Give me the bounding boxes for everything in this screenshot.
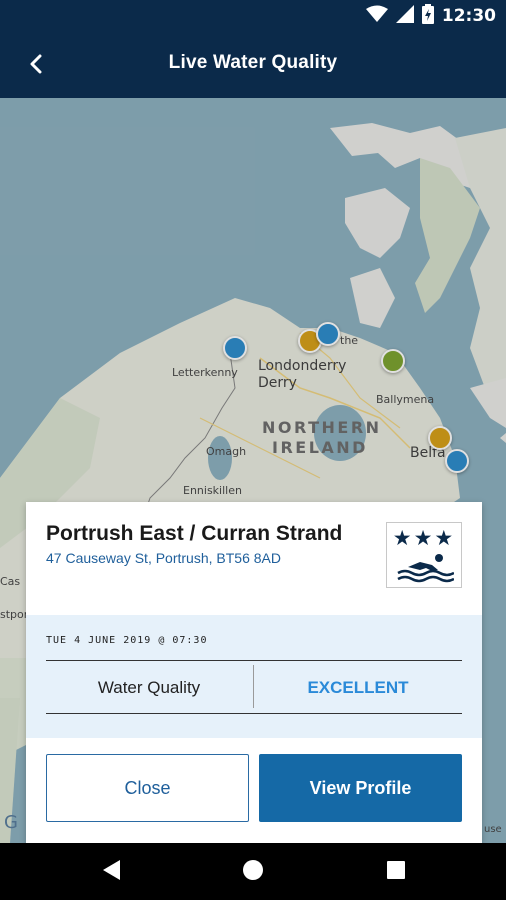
triangle-back-icon bbox=[102, 859, 122, 886]
cell-signal-icon bbox=[395, 4, 414, 28]
beach-info-card: Portrush East / Curran Strand 47 Causewa… bbox=[26, 502, 482, 843]
divider bbox=[46, 660, 462, 661]
view-profile-button[interactable]: View Profile bbox=[259, 754, 462, 822]
beach-address: 47 Causeway St, Portrush, BT56 8AD bbox=[46, 550, 281, 566]
swimmer-icon bbox=[396, 553, 455, 588]
beach-name: Portrush East / Curran Strand bbox=[46, 522, 343, 545]
navigation-bar bbox=[0, 843, 506, 900]
rating-stars: ★★★ bbox=[392, 527, 456, 550]
nav-home-button[interactable] bbox=[238, 857, 268, 887]
water-quality-reading: TUE 4 JUNE 2019 @ 07:30 Water Quality EX… bbox=[26, 615, 482, 738]
divider bbox=[46, 713, 462, 714]
nav-back-button[interactable] bbox=[97, 857, 127, 887]
reading-timestamp: TUE 4 JUNE 2019 @ 07:30 bbox=[46, 635, 208, 646]
status-bar: 12:30 bbox=[0, 0, 506, 32]
nav-recents-button[interactable] bbox=[381, 857, 411, 887]
circle-home-icon bbox=[242, 859, 264, 886]
app-bar: Live Water Quality bbox=[0, 32, 506, 98]
status-time: 12:30 bbox=[441, 6, 496, 26]
wifi-icon bbox=[365, 5, 388, 28]
water-quality-value: EXCELLENT bbox=[307, 678, 409, 697]
battery-icon bbox=[421, 3, 434, 29]
status-icons: 12:30 bbox=[365, 3, 496, 29]
close-button[interactable]: Close bbox=[46, 754, 249, 822]
rating-badge: ★★★ bbox=[386, 522, 462, 588]
square-recents-icon bbox=[386, 860, 406, 885]
page-title: Live Water Quality bbox=[168, 52, 338, 73]
water-quality-label: Water Quality bbox=[97, 678, 201, 697]
